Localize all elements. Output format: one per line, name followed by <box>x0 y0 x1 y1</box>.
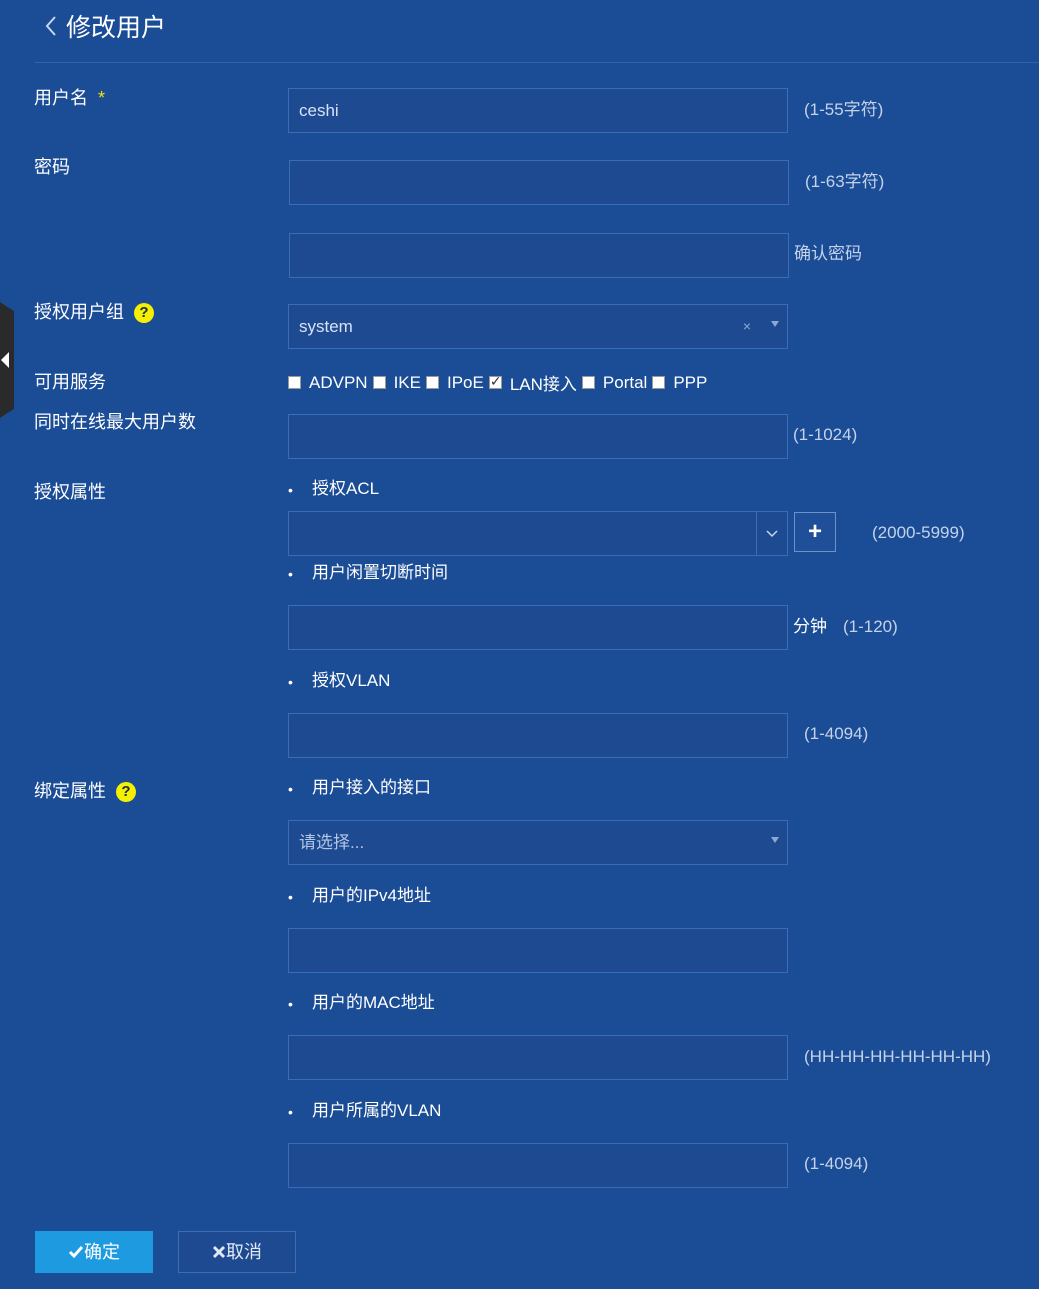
collapse-arrow-icon[interactable] <box>1 352 9 368</box>
idle-time-label: 用户闲置切断时间 <box>288 561 448 586</box>
service-lan[interactable]: LAN接入 <box>488 370 582 395</box>
username-label: 用户名 * <box>34 88 106 108</box>
service-portal[interactable]: Portal <box>581 373 652 393</box>
caret-down-icon[interactable] <box>771 837 779 843</box>
ipv4-input[interactable] <box>288 928 788 973</box>
page-title-bar: 修改用户 <box>44 8 166 44</box>
checkbox-advpn[interactable] <box>288 376 301 389</box>
interface-label: 用户接入的接口 <box>288 776 431 801</box>
user-vlan-input[interactable] <box>288 1143 788 1188</box>
user-vlan-hint: (1-4094) <box>804 1154 869 1173</box>
auth-vlan-hint: (1-4094) <box>804 724 869 743</box>
mac-hint: (HH-HH-HH-HH-HH-HH) <box>804 1047 991 1066</box>
required-mark: * <box>98 88 106 108</box>
bind-attrs-label: 绑定属性? <box>34 779 136 803</box>
check-icon <box>68 1246 84 1259</box>
idle-time-unit: 分钟 <box>793 617 827 636</box>
service-advpn[interactable]: ADVPN <box>288 373 373 393</box>
idle-time-hint: (1-120) <box>843 617 898 636</box>
mac-input[interactable] <box>288 1035 788 1080</box>
auth-attrs-label: 授权属性 <box>34 482 106 502</box>
acl-label: 授权ACL <box>288 477 379 502</box>
checkbox-ppp[interactable] <box>652 376 666 389</box>
cancel-button[interactable]: 取消 <box>178 1231 296 1273</box>
chevron-down-icon <box>766 530 778 538</box>
caret-down-icon[interactable] <box>771 321 779 327</box>
checkbox-ipoe[interactable] <box>425 376 439 389</box>
page-title: 修改用户 <box>66 14 167 42</box>
confirm-button[interactable]: 确定 <box>35 1231 153 1273</box>
help-icon[interactable]: ? <box>116 782 136 803</box>
password-hint: (1-63字符) <box>805 172 885 191</box>
checkbox-lan[interactable] <box>488 373 502 390</box>
max-users-label: 同时在线最大用户数 <box>34 412 196 432</box>
username-hint: (1-55字符) <box>804 100 884 119</box>
acl-caret-box[interactable] <box>756 512 787 555</box>
service-ipoe[interactable]: IPoE <box>425 373 489 393</box>
acl-hint: (2000-5999) <box>872 523 965 542</box>
interface-select[interactable]: 请选择... <box>288 820 788 865</box>
clear-icon[interactable]: × <box>743 318 751 334</box>
confirm-password-hint: 确认密码 <box>794 244 862 263</box>
checkbox-ike[interactable] <box>372 376 386 389</box>
chevron-left-icon[interactable] <box>44 14 58 38</box>
services-label: 可用服务 <box>34 372 106 392</box>
user-vlan-label: 用户所属的VLAN <box>288 1099 441 1124</box>
interface-placeholder: 请选择... <box>299 833 365 852</box>
acl-select[interactable] <box>288 511 788 556</box>
password-label: 密码 <box>34 157 70 177</box>
mac-label: 用户的MAC地址 <box>288 991 435 1016</box>
service-ike[interactable]: IKE <box>372 373 426 393</box>
username-input[interactable] <box>288 88 788 133</box>
auth-vlan-label: 授权VLAN <box>288 669 390 694</box>
max-users-hint: (1-1024) <box>793 425 858 444</box>
auth-group-value: system <box>299 317 353 336</box>
auth-group-label: 授权用户组? <box>34 300 154 324</box>
auth-vlan-input[interactable] <box>288 713 788 758</box>
close-icon <box>212 1245 226 1259</box>
confirm-password-input[interactable] <box>289 233 789 278</box>
services-checkbox-group: ADVPN IKE IPoE LAN接入 Portal PPP <box>288 370 712 395</box>
checkbox-portal[interactable] <box>581 376 595 389</box>
header-divider <box>35 62 1039 63</box>
add-acl-button[interactable]: + <box>794 512 836 552</box>
service-ppp[interactable]: PPP <box>652 373 712 393</box>
max-users-input[interactable] <box>288 414 788 459</box>
help-icon[interactable]: ? <box>134 303 154 324</box>
ipv4-label: 用户的IPv4地址 <box>288 884 431 909</box>
auth-group-select[interactable]: system × <box>288 304 788 349</box>
password-input[interactable] <box>289 160 789 205</box>
idle-time-input[interactable] <box>288 605 788 650</box>
